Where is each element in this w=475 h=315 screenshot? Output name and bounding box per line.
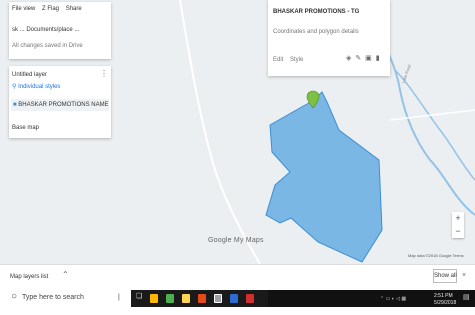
chevron-up-icon[interactable]: ⌃: [62, 271, 69, 279]
show-all-button[interactable]: Show all: [433, 269, 457, 283]
edit-pencil-icon[interactable]: ✎: [355, 55, 361, 62]
chrome-icon[interactable]: [166, 294, 174, 303]
card-toolbar: ◈ ✎ ▣ ▮: [346, 55, 380, 63]
tab-flag[interactable]: Z Flag: [42, 6, 59, 12]
delete-icon[interactable]: ▮: [376, 55, 380, 62]
google-logo: Google My Maps: [208, 237, 264, 244]
app-icon-orange[interactable]: [198, 294, 206, 303]
close-icon[interactable]: ×: [462, 272, 466, 280]
tray-icons[interactable]: ⌃ ▭ ◐ ◁ ▦: [380, 295, 406, 303]
layer-style[interactable]: ⚲ Individual styles: [12, 83, 60, 91]
river-line-2: [394, 69, 475, 181]
panel-tabs: File view Z Flag Share: [12, 5, 82, 13]
paint-icon: ⚲: [12, 84, 17, 90]
feature-subtitle: Coordinates and polygon details: [273, 29, 359, 35]
polygon-icon: ■: [13, 102, 17, 108]
property-polygon[interactable]: [265, 91, 383, 263]
explorer-icon[interactable]: [150, 294, 158, 303]
map-canvas[interactable]: File view Z Flag Share sk ... Documents/…: [0, 0, 475, 264]
file-line: sk ... Documents/place ...: [12, 27, 80, 33]
tab-share[interactable]: Share: [66, 6, 82, 12]
photo-icon[interactable]: ▣: [365, 55, 372, 62]
save-status: All changes saved in Drive: [12, 43, 83, 49]
notification-icon[interactable]: ▤: [463, 294, 470, 302]
layer-item[interactable]: ■ BHASKAR PROMOTIONS NAME: [11, 99, 109, 111]
bottom-strip: Map layers list ⌃ Show all ×: [0, 264, 475, 286]
task-view-icon[interactable]: ❏: [136, 292, 144, 301]
base-map-label[interactable]: Base map: [12, 124, 39, 132]
road-line: [179, 0, 261, 264]
feature-info-card: BHASKAR PROMOTIONS - TG Coordinates and …: [268, 0, 390, 76]
more-vert-icon[interactable]: ⋮: [100, 70, 108, 78]
tab-file[interactable]: File view: [12, 6, 35, 12]
feature-title: BHASKAR PROMOTIONS - TG: [273, 9, 360, 15]
taskbar-search[interactable]: Type here to search: [22, 294, 84, 302]
layers-panel: Untitled layer ⋮ ⚲ Individual styles ■ B…: [9, 66, 111, 138]
style-link[interactable]: Style: [290, 57, 303, 63]
paint-bucket-icon[interactable]: ◈: [346, 55, 351, 62]
system-tray: ⌃ ▭ ◐ ◁ ▦ 2:51 PM 5/29/2018 ▤: [268, 290, 475, 307]
microphone-icon[interactable]: |: [118, 294, 120, 302]
zoom-out-button[interactable]: −: [452, 225, 464, 238]
strip-left-text: Map layers list: [10, 274, 49, 280]
feature-actions: Edit Style: [273, 56, 303, 64]
edit-link[interactable]: Edit: [273, 57, 283, 63]
map-attribution: Map data ©2018 Google Terms: [408, 253, 464, 258]
app-icon-active[interactable]: [214, 294, 222, 303]
clock-date[interactable]: 5/29/2018: [434, 299, 456, 307]
zoom-control: + −: [452, 212, 464, 238]
app-icon-blue[interactable]: [230, 294, 238, 303]
layer-title[interactable]: Untitled layer: [12, 71, 47, 79]
app-icon-red[interactable]: [246, 294, 254, 303]
project-panel: File view Z Flag Share sk ... Documents/…: [9, 2, 111, 59]
zoom-in-button[interactable]: +: [452, 212, 464, 225]
search-icon[interactable]: ○: [11, 292, 17, 302]
taskbar-apps: ❏: [131, 290, 268, 307]
folder-icon[interactable]: [182, 294, 190, 303]
